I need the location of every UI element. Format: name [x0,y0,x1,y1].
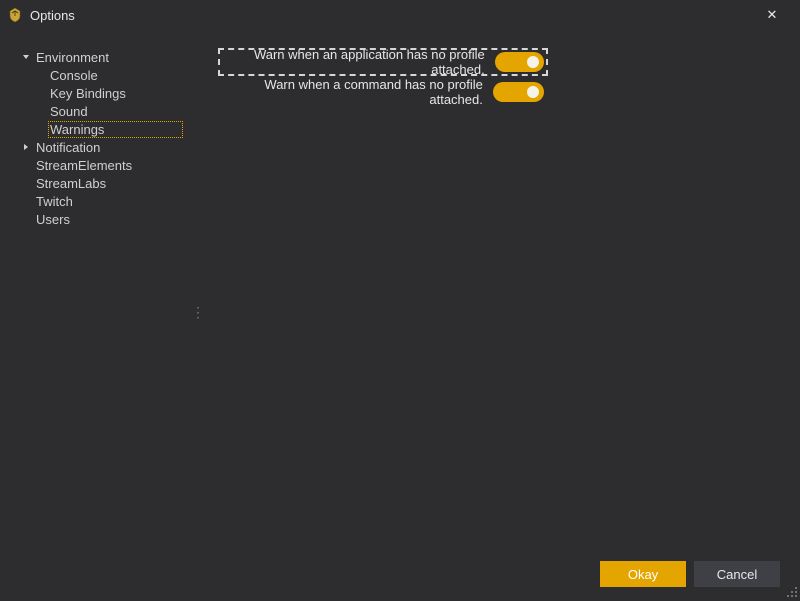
sidebar-item-label: Environment [34,49,111,66]
toggle-warn-app-no-profile[interactable] [495,52,544,72]
cancel-button[interactable]: Cancel [694,561,780,587]
sidebar-item-label: Users [34,211,72,228]
toggle-warn-command-no-profile[interactable] [493,82,544,102]
sidebar: Environment Console Key Bindings Sound W… [0,30,208,558]
content-panel: Warn when an application has no profile … [208,30,800,558]
sidebar-item-sound[interactable]: Sound [20,102,208,120]
option-label: Warn when an application has no profile … [222,47,485,77]
close-icon: ✕ [767,7,778,23]
sidebar-item-label: Warnings [48,121,183,138]
sidebar-item-label: Notification [34,139,102,156]
button-label: Okay [628,567,658,582]
chevron-right-icon[interactable] [20,141,32,153]
sidebar-item-label: Twitch [34,193,75,210]
sidebar-item-key-bindings[interactable]: Key Bindings [20,84,208,102]
titlebar: Options ✕ [0,0,800,30]
toggle-knob [527,56,539,68]
sidebar-item-console[interactable]: Console [20,66,208,84]
splitter-handle[interactable]: ⋮ [191,304,204,321]
close-button[interactable]: ✕ [752,0,792,30]
sidebar-item-label: Key Bindings [48,85,128,102]
sidebar-item-label: StreamLabs [34,175,108,192]
sidebar-item-label: Sound [48,103,90,120]
button-label: Cancel [717,567,757,582]
sidebar-item-users[interactable]: Users [20,210,208,228]
sidebar-item-environment[interactable]: Environment [20,48,208,66]
sidebar-item-warnings[interactable]: Warnings [20,120,208,138]
sidebar-item-label: Console [48,67,100,84]
option-warn-app-no-profile: Warn when an application has no profile … [218,48,548,76]
sidebar-item-twitch[interactable]: Twitch [20,192,208,210]
toggle-knob [527,86,539,98]
sidebar-item-streamelements[interactable]: StreamElements [20,156,208,174]
chevron-down-icon[interactable] [20,51,32,63]
sidebar-item-notification[interactable]: Notification [20,138,208,156]
resize-grip-icon[interactable] [784,584,798,598]
main-area: Environment Console Key Bindings Sound W… [0,30,800,558]
sidebar-item-label: StreamElements [34,157,134,174]
footer: Okay Cancel [0,558,800,600]
app-icon [6,6,24,24]
option-warn-command-no-profile: Warn when a command has no profile attac… [218,78,548,106]
okay-button[interactable]: Okay [600,561,686,587]
window-title: Options [30,8,75,23]
sidebar-item-streamlabs[interactable]: StreamLabs [20,174,208,192]
option-label: Warn when a command has no profile attac… [222,77,483,107]
